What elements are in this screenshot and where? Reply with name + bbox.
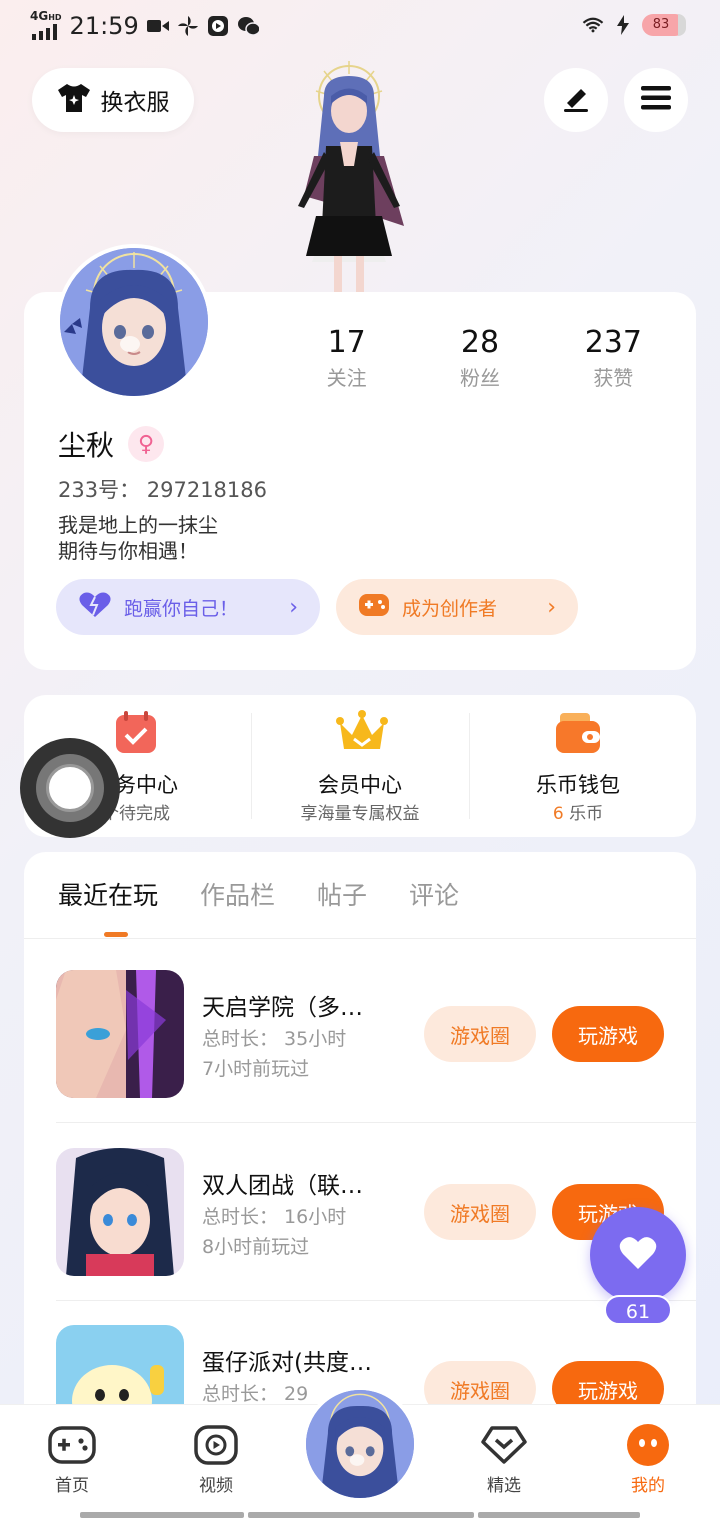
name-row: 尘秋 ♀: [58, 424, 165, 464]
tshirt-icon: [57, 83, 91, 117]
divider: [56, 1300, 696, 1301]
member-center-title: 会员中心: [318, 773, 402, 797]
stat-likes-label: 获赞: [593, 366, 634, 390]
wechat-icon: [237, 15, 259, 37]
divider: [56, 1122, 696, 1123]
hamburger-icon: [640, 84, 672, 116]
game-last-played: 8小时前玩过: [202, 1236, 310, 1258]
game-title: 双人团战（联…: [202, 1173, 363, 1199]
game-duration: 总时长： 35小时: [202, 1028, 347, 1050]
game-duration: 总时长： 29: [202, 1383, 309, 1405]
status-bar: 4GHD 21:59 83: [0, 0, 720, 56]
like-count-badge: 61: [604, 1295, 672, 1325]
divider: [24, 938, 696, 939]
female-icon: ♀: [128, 426, 165, 462]
member-center[interactable]: 会员中心 享海量专属权益: [248, 695, 472, 837]
stat-following[interactable]: 17 关注: [280, 326, 413, 391]
wallet-icon: [554, 709, 602, 757]
tab-works[interactable]: 作品栏: [200, 876, 275, 912]
stat-fans-label: 粉丝: [459, 366, 500, 390]
heart-diamond-icon: [480, 1423, 528, 1467]
nav-home[interactable]: 首页: [22, 1423, 122, 1496]
calendar-check-icon: [112, 709, 160, 757]
coin-wallet-sub: 6 乐币: [466, 799, 690, 824]
game-circle-button[interactable]: 游戏圈: [424, 1184, 536, 1240]
purple-heart-icon: [78, 591, 112, 624]
profile-avatar[interactable]: [56, 244, 212, 400]
crown-icon: [336, 709, 388, 757]
wifi-icon: [582, 14, 604, 36]
user-id: 233号： 297218186: [58, 478, 268, 502]
network-indicator: 4GHD: [30, 10, 62, 42]
profile-stats: 17 关注 28 粉丝 237 获赞: [280, 326, 680, 391]
nav-video[interactable]: 视频: [166, 1423, 266, 1496]
gamepad-plus-icon: [358, 592, 390, 623]
list-item[interactable]: 天启学院（多… 总时长： 35小时 7小时前玩过 游戏圈 玩游戏: [56, 970, 696, 1120]
nav-featured-label: 精选: [487, 1476, 521, 1496]
game-title: 天启学院（多…: [202, 995, 363, 1021]
game-title: 蛋仔派对(共度…: [202, 1350, 372, 1376]
stat-following-count: 17: [327, 325, 366, 360]
face-icon: [624, 1423, 672, 1467]
tab-posts[interactable]: 帖子: [317, 876, 367, 912]
change-outfit-label: 换衣服: [100, 90, 170, 116]
chevron-right-icon: ›: [547, 594, 556, 620]
user-bio: 我是地上的一抹尘 期待与你相遇！: [58, 513, 218, 563]
battery-indicator: 83: [642, 14, 686, 36]
game-circle-button[interactable]: 游戏圈: [424, 1006, 536, 1062]
nav-mine-label: 我的: [631, 1476, 665, 1496]
play-game-button[interactable]: 玩游戏: [552, 1006, 664, 1062]
tab-indicator: [104, 932, 128, 937]
stat-fans-count: 28: [460, 325, 500, 360]
nav-home-label: 首页: [55, 1476, 89, 1496]
game-thumbnail[interactable]: [56, 1148, 184, 1276]
home-indicator: [80, 1512, 640, 1518]
game-last-played: 7小时前玩过: [202, 1058, 310, 1080]
charging-icon: [612, 14, 634, 36]
gamepad-icon: [48, 1423, 96, 1467]
tab-comments[interactable]: 评论: [409, 876, 459, 912]
services-card: 任务中心 个待完成 会员中心 享海量专属权益 乐币钱包 6 乐币: [24, 695, 696, 837]
content-tabs: 最近在玩 作品栏 帖子 评论: [58, 876, 459, 912]
content-card: 最近在玩 作品栏 帖子 评论 天启学院（多… 总时长： 35小时 7小时前玩过 …: [24, 852, 696, 1412]
stat-likes-count: 237: [584, 325, 642, 360]
run-yourself-label: 跑赢你自己！: [124, 597, 239, 620]
stat-fans[interactable]: 28 粉丝: [413, 326, 546, 391]
video-camera-icon: [146, 15, 169, 37]
coin-wallet[interactable]: 乐币钱包 6 乐币: [466, 695, 690, 837]
pencil-icon: [561, 83, 591, 117]
media-player-icon: [207, 15, 229, 37]
game-duration: 总时长： 16小时: [202, 1206, 347, 1228]
menu-button[interactable]: [624, 68, 688, 132]
change-outfit-button[interactable]: 换衣服: [32, 68, 194, 132]
assistive-touch-ball[interactable]: [20, 738, 120, 838]
member-center-sub: 享海量专属权益: [300, 804, 420, 824]
play-icon: [192, 1423, 240, 1467]
nav-video-label: 视频: [199, 1476, 233, 1496]
heart-icon: [618, 1235, 658, 1275]
run-yourself-button[interactable]: 跑赢你自己！ ›: [56, 579, 320, 635]
chevron-right-icon: ›: [289, 594, 298, 620]
edit-profile-button[interactable]: [544, 68, 608, 132]
coin-unit: 乐币: [563, 804, 604, 824]
like-fab-button[interactable]: [590, 1207, 686, 1303]
become-creator-button[interactable]: 成为创作者 ›: [336, 579, 578, 635]
coin-balance: 6: [552, 804, 564, 824]
become-creator-label: 成为创作者: [402, 597, 498, 620]
pinwheel-icon: [177, 15, 199, 37]
game-thumbnail[interactable]: [56, 1325, 184, 1412]
stat-likes[interactable]: 237 获赞: [547, 326, 680, 391]
nav-featured[interactable]: 精选: [454, 1423, 554, 1496]
nav-center-avatar[interactable]: [302, 1386, 418, 1502]
user-name: 尘秋: [58, 429, 115, 462]
character-model[interactable]: [274, 56, 424, 296]
nav-mine[interactable]: 我的: [598, 1423, 698, 1496]
game-thumbnail[interactable]: [56, 970, 184, 1098]
tab-recent-played[interactable]: 最近在玩: [58, 876, 158, 912]
stat-following-label: 关注: [326, 366, 367, 390]
coin-wallet-title: 乐币钱包: [536, 773, 620, 797]
clock: 21:59: [69, 12, 139, 40]
